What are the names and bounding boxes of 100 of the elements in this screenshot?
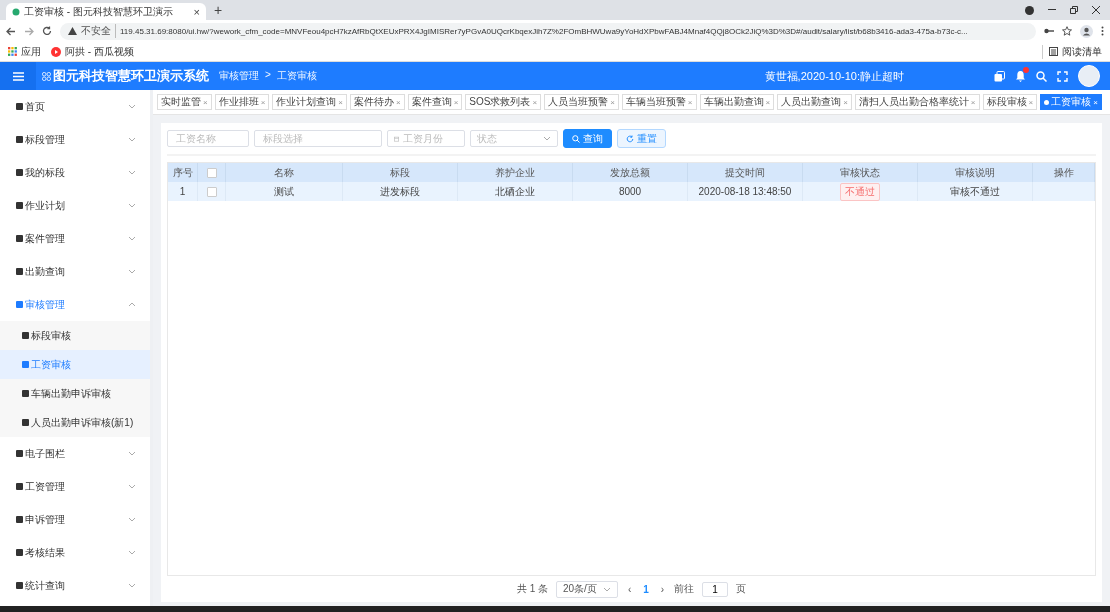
page-tab[interactable]: 案件待办 × bbox=[350, 94, 405, 110]
table-cell: 审核不通过 bbox=[918, 182, 1033, 201]
menu-item-icon bbox=[16, 450, 23, 457]
reading-list-link[interactable]: 阅读清单 bbox=[1042, 44, 1102, 59]
chevron-icon bbox=[602, 586, 611, 592]
chevron-icon bbox=[128, 484, 136, 489]
month-picker-field[interactable]: 工资月份 bbox=[387, 130, 465, 147]
sidebar-item[interactable]: 作业计划 bbox=[0, 189, 150, 222]
address-bar[interactable]: 不安全 119.45.31.69:8080/ui.hw/?wework_cfm_code=MNVFeou4pcH7kzAfRbQtXEUxPRX4JgIMISRer7yPGvA0UQcrKbqexJih7Z%2FOmBHWUwa9yYoHdXPbwFABJ4Mnaf4QQj8OCk2JiQ%3D%3D#/audit/salary/list/b68b3416-ada3-475a-b73c-c... bbox=[60, 22, 1036, 40]
search-icon[interactable] bbox=[1036, 70, 1047, 82]
sidebar-item[interactable]: 电子围栏 bbox=[0, 437, 150, 470]
sidebar-item[interactable]: 工资管理 bbox=[0, 470, 150, 503]
page-jump-field[interactable]: 1 bbox=[702, 581, 729, 597]
reload-icon[interactable] bbox=[42, 26, 52, 36]
sidebar-subitem[interactable]: 工资审核 bbox=[0, 350, 150, 379]
menu-item-icon bbox=[22, 361, 29, 368]
star-icon[interactable] bbox=[1062, 26, 1072, 36]
page-tab[interactable]: 作业排班 × bbox=[214, 94, 270, 110]
sidebar-subitem[interactable]: 人员出勤申诉审核(新1) bbox=[0, 408, 150, 437]
menu-item-icon bbox=[16, 136, 23, 143]
previous-page-button[interactable]: ‹ bbox=[625, 583, 634, 595]
page-tab[interactable]: 人员出勤查询 × bbox=[777, 94, 852, 110]
page-tab[interactable]: 标段审核 × bbox=[982, 94, 1038, 110]
menu-icon bbox=[12, 71, 24, 81]
page-tab[interactable]: 案件查询 × bbox=[407, 94, 463, 110]
page-tab[interactable]: 实时监管 × bbox=[157, 94, 212, 110]
page-tab[interactable]: 作业计划查询 × bbox=[272, 94, 347, 110]
sidebar-subitem[interactable]: 标段审核 bbox=[0, 321, 150, 350]
new-tab-button[interactable]: + bbox=[214, 2, 223, 18]
section-select-field[interactable]: 标段选择 bbox=[254, 130, 382, 147]
menu-item-icon bbox=[16, 169, 23, 176]
sidebar-item[interactable]: 统计查询 bbox=[0, 569, 150, 602]
logo-icon bbox=[42, 71, 51, 81]
sidebar-item[interactable]: 审核管理 bbox=[0, 288, 150, 321]
close-icon[interactable] bbox=[1092, 6, 1100, 14]
account-icon[interactable] bbox=[1080, 24, 1093, 38]
bell-icon[interactable] bbox=[1015, 70, 1026, 82]
breadcrumb-separator: > bbox=[265, 69, 271, 82]
chevron-icon bbox=[543, 136, 551, 141]
restore-icon[interactable] bbox=[1070, 6, 1078, 14]
page-tab[interactable]: 车辆出勤查询 × bbox=[699, 94, 775, 110]
sidebar-item[interactable]: 首页 bbox=[0, 90, 150, 123]
page-size-select[interactable]: 20条/页 bbox=[556, 580, 618, 598]
status-tag: 不通过 bbox=[840, 182, 880, 201]
back-arrow-icon[interactable] bbox=[6, 26, 16, 36]
chevron-icon bbox=[128, 203, 136, 208]
search-icon bbox=[572, 134, 580, 143]
browser-tab[interactable]: 工资审核 - 图元科技智慧环卫演示 × bbox=[6, 3, 206, 20]
select-all-checkbox[interactable] bbox=[206, 167, 217, 178]
minimize-icon[interactable] bbox=[1048, 9, 1056, 11]
chevron-icon bbox=[128, 550, 136, 555]
page-tab[interactable]: 清扫人员出勤合格率统计 × bbox=[854, 94, 980, 110]
sidebar-item[interactable]: 标段管理 bbox=[0, 123, 150, 156]
refresh-icon bbox=[626, 134, 634, 143]
chevron-icon bbox=[128, 451, 136, 456]
more-icon[interactable] bbox=[1101, 26, 1104, 36]
total-count: 共 1 条 bbox=[516, 582, 548, 596]
page-tab[interactable]: 工资审核 × bbox=[1040, 94, 1102, 110]
chevron-icon bbox=[128, 236, 136, 241]
menu-item-icon bbox=[16, 516, 23, 523]
menu-button[interactable] bbox=[0, 62, 36, 90]
warning-icon bbox=[68, 27, 77, 35]
key-icon[interactable] bbox=[1044, 28, 1054, 34]
page-tab[interactable]: 人员当班预警 × bbox=[544, 94, 619, 110]
sidebar-item[interactable]: 出勤查询 bbox=[0, 255, 150, 288]
menu-item-icon bbox=[16, 268, 23, 275]
system-title: 图元科技智慧环卫演示系统 bbox=[53, 67, 209, 85]
sidebar-item[interactable]: 我的标段 bbox=[0, 156, 150, 189]
close-tab-button[interactable]: × bbox=[193, 5, 200, 18]
menu-item-icon bbox=[22, 390, 29, 397]
bookmark-link[interactable]: 应用 bbox=[8, 44, 41, 59]
salary-name-field[interactable]: 工资名称 bbox=[167, 130, 249, 147]
page-tab[interactable]: 车辆当班预警 × bbox=[621, 94, 697, 110]
bookmark-link[interactable]: 阿拱 - 西瓜视频 bbox=[51, 44, 134, 59]
column-header: 提交时间 bbox=[688, 163, 803, 182]
menu-item-icon bbox=[16, 235, 23, 242]
goto-label: 前往 bbox=[674, 582, 695, 596]
sidebar-item[interactable]: 考核结果 bbox=[0, 536, 150, 569]
page-tab[interactable]: SOS求救列表 × bbox=[465, 94, 542, 110]
sidebar-item[interactable]: 申诉管理 bbox=[0, 503, 150, 536]
next-page-button[interactable]: › bbox=[658, 583, 667, 595]
column-header: 标段 bbox=[343, 163, 458, 182]
sidebar-subitem[interactable]: 车辆出勤申诉审核 bbox=[0, 379, 150, 408]
column-header: 名称 bbox=[226, 163, 343, 182]
menu-item-icon bbox=[16, 582, 23, 589]
row-checkbox[interactable] bbox=[206, 186, 217, 197]
menu-item-icon bbox=[16, 202, 23, 209]
page-unit-label: 页 bbox=[736, 582, 747, 596]
chevron-icon bbox=[128, 104, 136, 109]
avatar-circle[interactable] bbox=[1078, 65, 1100, 87]
column-header: 序号 bbox=[168, 163, 198, 182]
breadcrumb-item[interactable]: 审核管理 bbox=[219, 69, 259, 83]
copy-icon[interactable] bbox=[994, 70, 1005, 82]
breadcrumb-item: 工资审核 bbox=[276, 69, 317, 83]
sidebar-item[interactable]: 案件管理 bbox=[0, 222, 150, 255]
fullscreen-icon[interactable] bbox=[1057, 70, 1068, 82]
menu-item-icon bbox=[22, 419, 29, 426]
user-notice: 黄世福,2020-10-10:静止超时 bbox=[764, 68, 904, 84]
menu-item-icon bbox=[16, 301, 23, 308]
table-cell: 2020-08-18 13:48:50 bbox=[688, 182, 803, 201]
